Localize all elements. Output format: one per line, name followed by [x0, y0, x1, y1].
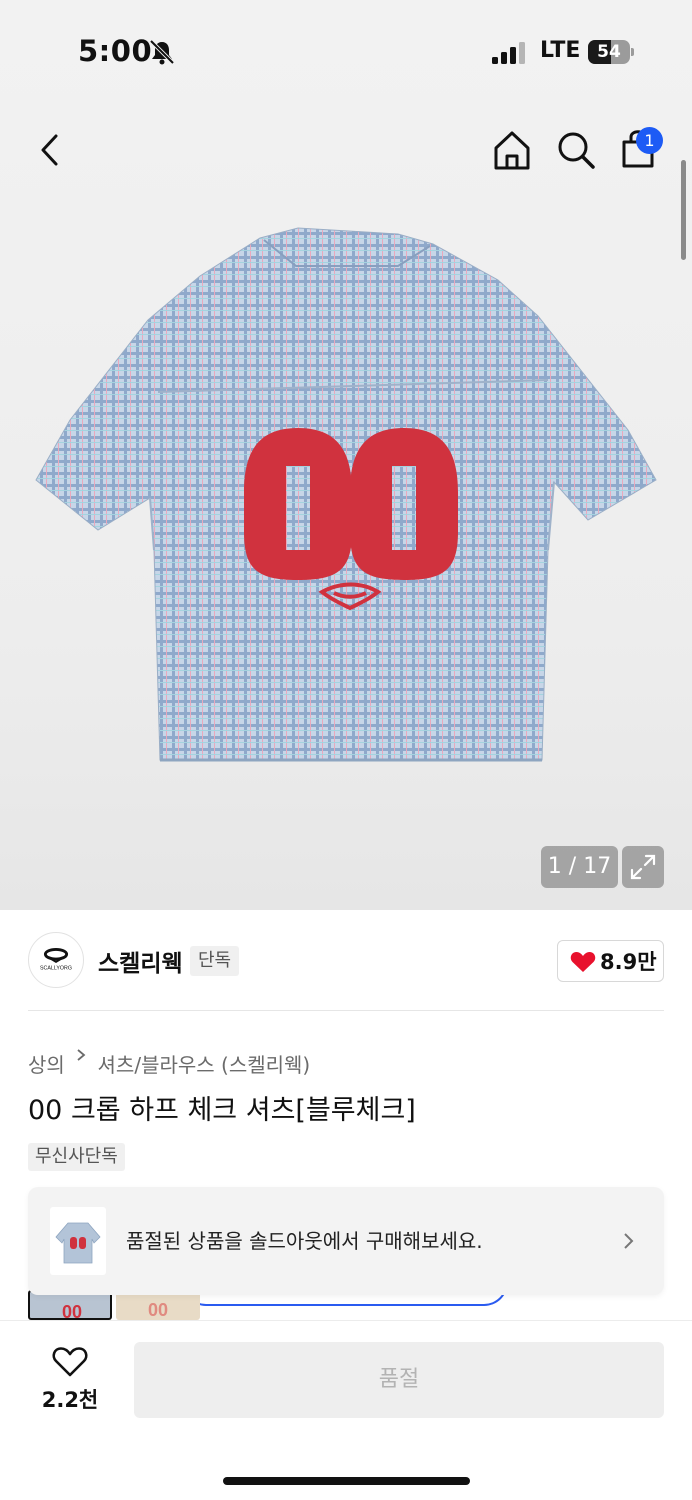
soldout-banner[interactable]: 품절된 상품을 솔드아웃에서 구매해보세요. [28, 1187, 664, 1295]
back-button[interactable] [26, 126, 74, 174]
product-image[interactable] [28, 220, 664, 780]
wishlist-button[interactable]: 2.2천 [28, 1338, 112, 1418]
home-indicator [223, 1477, 470, 1485]
scroll-indicator [681, 160, 686, 260]
product-gallery[interactable]: 5:00 LTE 54 1 1 / 17 [0, 0, 692, 910]
wishlist-count: 2.2천 [41, 1388, 99, 1412]
bell-slash-icon [149, 39, 175, 65]
breadcrumb: 상의 셔츠/블라우스 (스켈리웩) [28, 1040, 310, 1077]
network-type: LTE [540, 38, 581, 63]
svg-text:SCALLYORG: SCALLYORG [40, 966, 72, 972]
search-icon [558, 132, 595, 169]
chevron-right-icon [624, 1233, 634, 1249]
brand-exclusive-tag: 단독 [190, 946, 240, 976]
search-button[interactable] [552, 126, 600, 174]
battery-icon: 54 [588, 40, 634, 64]
divider [28, 1010, 664, 1011]
soldout-banner-text: 품절된 상품을 솔드아웃에서 구매해보세요. [126, 1229, 483, 1253]
brand-like-button[interactable]: 8.9만 [557, 940, 664, 982]
breadcrumb-category[interactable]: 상의 [28, 1050, 65, 1080]
heart-outline-icon [52, 1347, 88, 1377]
brand-logo[interactable]: SCALLYORG [28, 932, 84, 988]
svg-text:00: 00 [148, 1300, 168, 1320]
status-time: 5:00 [78, 34, 153, 68]
expand-button[interactable] [622, 846, 664, 888]
soldout-buy-button[interactable]: 품절 [134, 1342, 664, 1418]
heart-filled-icon [570, 952, 596, 972]
brand-like-count: 8.9만 [600, 950, 657, 974]
exclusive-badge: 무신사단독 [28, 1143, 125, 1171]
breadcrumb-subcategory[interactable]: 셔츠/블라우스 (스켈리웩) [98, 1050, 311, 1080]
chevron-left-icon [41, 134, 58, 166]
image-counter: 1 / 17 [541, 846, 618, 888]
cellular-signal-icon [492, 42, 525, 64]
chevron-right-icon [77, 1049, 86, 1061]
home-icon [494, 131, 530, 170]
status-bar: 5:00 LTE 54 [0, 0, 692, 100]
battery-level: 54 [597, 42, 621, 62]
svg-text:00: 00 [62, 1302, 82, 1320]
cart-count-badge: 1 [636, 127, 663, 154]
home-button[interactable] [488, 126, 536, 174]
brand-name[interactable]: 스켈리웩 [98, 944, 183, 978]
product-title: 00 크롭 하프 체크 셔츠[블루체크] [28, 1095, 416, 1126]
expand-icon [630, 854, 656, 880]
soldout-product-thumbnail [50, 1207, 106, 1275]
